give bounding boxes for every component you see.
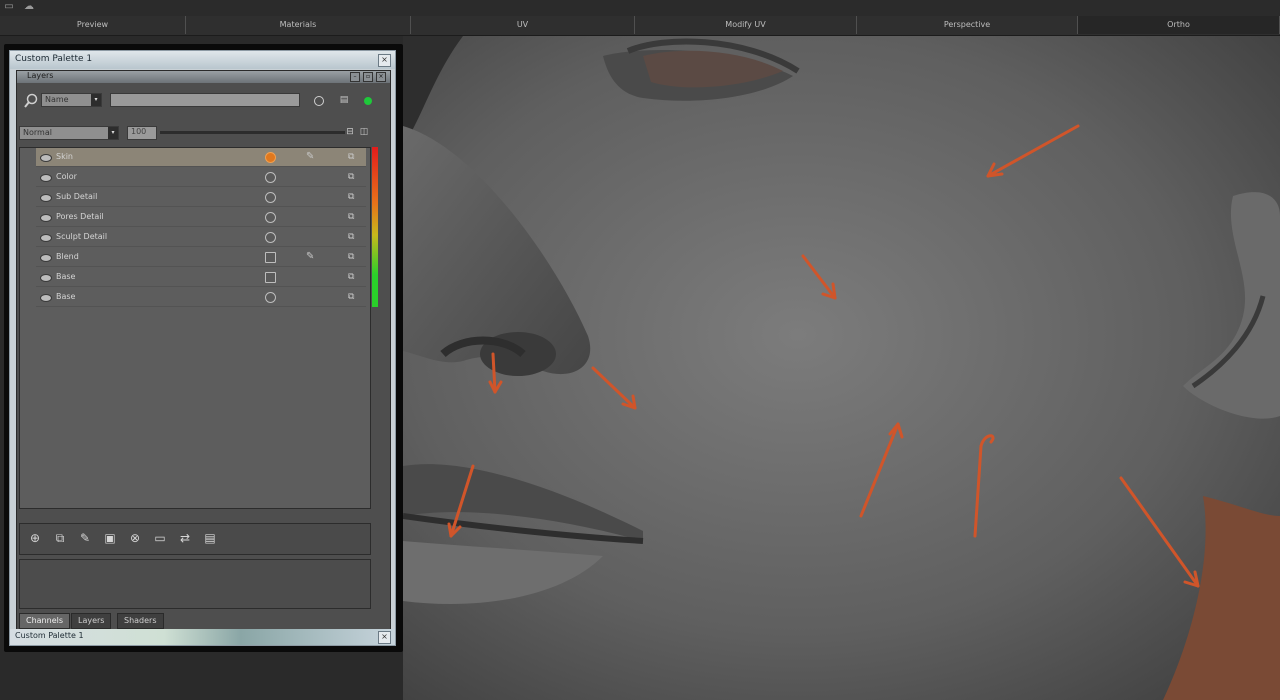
search-icon[interactable] bbox=[23, 93, 39, 109]
clear-search-icon[interactable] bbox=[314, 96, 324, 106]
material-icon[interactable] bbox=[265, 292, 276, 303]
material-icon[interactable] bbox=[265, 172, 276, 183]
eye-icon[interactable] bbox=[40, 214, 52, 222]
layer-name: Blend bbox=[56, 252, 79, 261]
3d-viewport[interactable] bbox=[403, 36, 1280, 700]
material-icon[interactable] bbox=[265, 192, 276, 203]
filter-select-value: Name bbox=[45, 95, 69, 104]
layer-name: Sculpt Detail bbox=[56, 232, 108, 241]
layer-name: Skin bbox=[56, 152, 74, 161]
eye-icon[interactable] bbox=[40, 154, 52, 162]
tab-channels[interactable]: Channels bbox=[19, 613, 71, 629]
minimize-icon[interactable]: – bbox=[350, 72, 360, 82]
layers-list: Skin ✎ ⧉ Color ⧉ Sub Detail ⧉ Pores Detail ⧉ Scul… bbox=[19, 147, 371, 509]
layers-toolbar: ⊕ ⧉ ✎ ▣ ⊗ ▭ ⇄ ▤ bbox=[19, 523, 371, 555]
layer-row[interactable]: Sub Detail ⧉ bbox=[36, 188, 366, 207]
layer-options-icon[interactable]: ▤ bbox=[338, 95, 350, 105]
lock-transparency-icon[interactable]: ⊟ bbox=[344, 127, 356, 137]
layer-row[interactable]: Blend ✎ ⧉ bbox=[36, 248, 366, 267]
layer-properties-area bbox=[19, 559, 371, 609]
restore-icon[interactable]: ▫ bbox=[363, 72, 373, 82]
merge-layer-icon[interactable]: ⊗ bbox=[126, 530, 144, 546]
paint-layer-icon[interactable]: ✎ bbox=[76, 530, 94, 546]
mask-layer-icon[interactable]: ▣ bbox=[101, 530, 119, 546]
eye-icon[interactable] bbox=[40, 274, 52, 282]
blend-mode-value: Normal bbox=[23, 128, 52, 137]
chevron-down-icon: ▾ bbox=[108, 127, 118, 139]
adjust-icon[interactable]: ⇄ bbox=[176, 530, 194, 546]
close-icon[interactable]: × bbox=[376, 72, 386, 82]
tab-preview[interactable]: Preview bbox=[0, 16, 186, 34]
layer-row[interactable]: Pores Detail ⧉ bbox=[36, 208, 366, 227]
layer-row[interactable]: Base ⧉ bbox=[36, 268, 366, 287]
layer-row[interactable]: Base ⧉ bbox=[36, 288, 366, 307]
layer-level-meter bbox=[372, 147, 378, 307]
eye-icon[interactable] bbox=[40, 234, 52, 242]
top-menu-bar: ▭ ☁ bbox=[0, 0, 1280, 16]
flatten-icon[interactable]: ▭ bbox=[151, 530, 169, 546]
chevron-down-icon: ▾ bbox=[91, 94, 101, 106]
layer-name: Pores Detail bbox=[56, 212, 104, 221]
face-render bbox=[403, 36, 1280, 700]
palette-footer-title: Custom Palette 1 bbox=[15, 631, 84, 640]
layers-panel-title: Layers bbox=[27, 71, 54, 80]
layer-row[interactable]: Skin ✎ ⧉ bbox=[36, 148, 366, 167]
tab-materials[interactable]: Materials bbox=[186, 16, 411, 34]
layer-settings-icon[interactable]: ⧉ bbox=[348, 251, 360, 263]
search-input[interactable] bbox=[110, 93, 300, 107]
opacity-slider[interactable] bbox=[160, 131, 345, 134]
layer-settings-icon[interactable]: ⧉ bbox=[348, 151, 360, 163]
palette-bottom-tabs: Channels Layers Shaders bbox=[19, 613, 379, 629]
eye-icon[interactable] bbox=[40, 194, 52, 202]
duplicate-layer-icon[interactable]: ⧉ bbox=[51, 530, 69, 546]
tab-modify-uv[interactable]: Modify UV bbox=[635, 16, 857, 34]
tab-perspective[interactable]: Perspective bbox=[857, 16, 1078, 34]
layer-settings-icon[interactable]: ⧉ bbox=[348, 271, 360, 283]
layer-name: Base bbox=[56, 292, 76, 301]
tab-uv[interactable]: UV bbox=[411, 16, 635, 34]
viewport-tabs: Preview Materials UV Modify UV Perspective Or… bbox=[0, 16, 1280, 36]
new-layer-icon[interactable]: ⊕ bbox=[26, 530, 44, 546]
layer-settings-icon[interactable]: ⧉ bbox=[348, 291, 360, 303]
layers-panel-header[interactable]: Layers – ▫ × bbox=[17, 71, 390, 83]
filter-select[interactable]: Name ▾ bbox=[41, 93, 102, 107]
material-icon[interactable] bbox=[265, 152, 276, 163]
layer-row[interactable]: Sculpt Detail ⧉ bbox=[36, 228, 366, 247]
layer-settings-icon[interactable]: ⧉ bbox=[348, 191, 360, 203]
palette-footer-bar[interactable]: Custom Palette 1 × bbox=[10, 629, 395, 645]
layer-row[interactable]: Color ⧉ bbox=[36, 168, 366, 187]
material-icon[interactable] bbox=[265, 212, 276, 223]
layer-settings-icon[interactable]: ⧉ bbox=[348, 231, 360, 243]
eye-icon[interactable] bbox=[40, 174, 52, 182]
status-indicator-icon bbox=[364, 97, 372, 105]
visibility-toggle-icon[interactable]: ◫ bbox=[358, 127, 370, 137]
palette-title: Custom Palette 1 bbox=[15, 54, 93, 64]
layer-settings-icon[interactable]: ⧉ bbox=[348, 171, 360, 183]
custom-palette-window[interactable]: Custom Palette 1 × Layers – ▫ × Name ▾ ▤… bbox=[9, 50, 396, 646]
palette-title-bar[interactable]: Custom Palette 1 × bbox=[10, 51, 395, 69]
layers-panel: Layers – ▫ × Name ▾ ▤ Normal ▾ 100 ⊟ ◫ S… bbox=[16, 70, 391, 638]
layer-name: Base bbox=[56, 272, 76, 281]
material-icon[interactable] bbox=[265, 272, 276, 283]
close-icon[interactable]: × bbox=[378, 631, 391, 644]
blend-mode-select[interactable]: Normal ▾ bbox=[19, 126, 119, 140]
tab-shaders[interactable]: Shaders bbox=[117, 613, 164, 629]
delete-layer-icon[interactable]: ▤ bbox=[201, 530, 219, 546]
brush-icon[interactable]: ✎ bbox=[306, 251, 320, 263]
opacity-field[interactable]: 100 bbox=[127, 126, 157, 140]
cloud-icon[interactable]: ☁ bbox=[22, 1, 36, 13]
close-icon[interactable]: × bbox=[378, 54, 391, 67]
layer-name: Color bbox=[56, 172, 77, 181]
tab-ortho[interactable]: Ortho bbox=[1078, 16, 1280, 34]
layer-name: Sub Detail bbox=[56, 192, 98, 201]
layer-settings-icon[interactable]: ⧉ bbox=[348, 211, 360, 223]
tab-layers[interactable]: Layers bbox=[71, 613, 112, 629]
eye-icon[interactable] bbox=[40, 294, 52, 302]
material-icon[interactable] bbox=[265, 232, 276, 243]
brush-icon[interactable]: ✎ bbox=[306, 151, 320, 163]
window-icon[interactable]: ▭ bbox=[2, 1, 16, 13]
material-icon[interactable] bbox=[265, 252, 276, 263]
eye-icon[interactable] bbox=[40, 254, 52, 262]
